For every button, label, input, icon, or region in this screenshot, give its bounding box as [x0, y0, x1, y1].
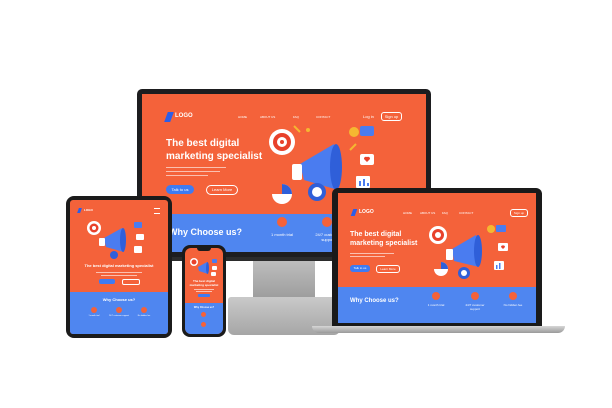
gift-icon	[91, 307, 97, 313]
hero-headline-line2: marketing specialist	[189, 283, 219, 287]
nav-contact[interactable]: CONTACT	[459, 211, 473, 215]
feature-trial: 1 month trial	[270, 232, 293, 237]
tablet-logo[interactable]: LOGO	[84, 208, 93, 212]
no-fee-icon	[141, 307, 147, 313]
logo-icon[interactable]	[164, 112, 174, 122]
feature-no-fee: No hidden fee	[503, 303, 523, 307]
gift-icon	[201, 312, 206, 317]
chat-bubble-icon	[360, 126, 374, 136]
nav-contact[interactable]: CONTACT	[316, 115, 330, 119]
talk-button[interactable]	[99, 279, 115, 284]
tablet-screen: LOGO The best digital marketing speciali…	[70, 200, 168, 334]
feature-trial: 1 month trial	[88, 315, 100, 317]
laptop-logo[interactable]: LOGO	[359, 209, 374, 215]
support-icon	[116, 307, 122, 313]
learn-more-button[interactable]: Learn More	[206, 185, 238, 195]
logo-icon[interactable]	[77, 208, 82, 213]
support-icon	[201, 322, 206, 327]
nav-faq[interactable]: FAQ	[293, 115, 299, 119]
marketing-illustration	[189, 256, 219, 278]
hero-headline: The best digital marketing specialist	[84, 263, 154, 268]
login-link[interactable]: Log in	[363, 114, 374, 119]
no-fee-icon	[509, 292, 517, 300]
feature-support: 24/7 customer support	[109, 315, 129, 317]
hero-paragraph	[194, 289, 214, 292]
hero-headline-line2: marketing specialist	[350, 240, 418, 247]
hero-paragraph	[350, 253, 394, 257]
marketing-illustration	[84, 216, 154, 260]
nav-about[interactable]: ABOUT US	[420, 211, 435, 215]
hero-headline-line1: The best digital	[350, 231, 402, 238]
talk-button[interactable]: Talk to us	[350, 265, 370, 272]
talk-button[interactable]: Talk to us	[166, 185, 194, 194]
hero-headline-line1: The best digital	[166, 138, 240, 149]
laptop-base	[312, 326, 565, 333]
hero-paragraph	[96, 272, 142, 276]
support-icon	[322, 217, 332, 227]
why-title: Why Choose us?	[350, 298, 399, 304]
monitor-stand	[253, 261, 315, 297]
nav-about[interactable]: ABOUT US	[260, 115, 275, 119]
phone-notch	[197, 248, 211, 251]
gift-icon	[277, 217, 287, 227]
laptop-screen: LOGO HOME ABOUT US FAQ CONTACT Sign up T…	[338, 193, 536, 323]
hamburger-menu-icon[interactable]	[154, 208, 160, 214]
nav-faq[interactable]: FAQ	[442, 211, 448, 215]
learn-more-button[interactable]: Learn More	[376, 265, 400, 273]
phone-screen: The best digital marketing specialist Wh…	[185, 248, 223, 334]
hero-paragraph	[166, 167, 226, 179]
support-icon	[471, 292, 479, 300]
nav-home[interactable]: HOME	[238, 115, 247, 119]
feature-trial: 1 month trial	[427, 303, 445, 307]
talk-button[interactable]	[198, 294, 210, 297]
monitor-logo[interactable]: LOGO	[175, 113, 193, 119]
why-title: Why Choose us?	[169, 227, 243, 237]
why-title: Why Choose us?	[193, 306, 215, 309]
why-title: Why Choose us?	[102, 297, 136, 302]
gift-icon	[432, 292, 440, 300]
nav-home[interactable]: HOME	[403, 211, 412, 215]
signup-button[interactable]: Sign up	[510, 209, 528, 217]
logo-icon[interactable]	[350, 209, 358, 216]
learn-more-button[interactable]	[122, 279, 140, 285]
feature-no-fee: No hidden fee	[137, 315, 151, 317]
marketing-illustration	[424, 219, 524, 285]
hero-headline-line2: marketing specialist	[166, 151, 263, 162]
feature-support: 24/7 customer support	[465, 303, 485, 311]
